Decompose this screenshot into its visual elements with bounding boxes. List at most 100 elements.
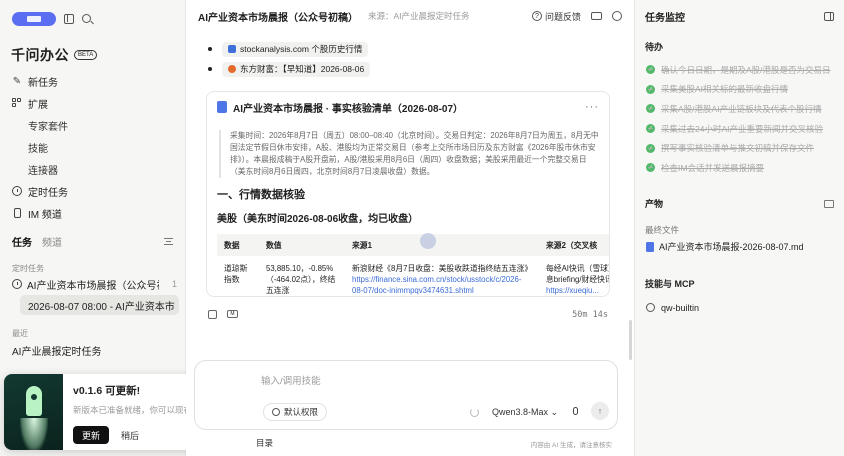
todo-label: 撰写事实核验清单与推文初稿并保存文件 — [661, 143, 815, 154]
task-monitor-panel: 任务监控 待办 ✓ 确认今日日期，是期及A股/港股是否为交易日 ✓ 采集美股AI相关标… — [634, 0, 844, 456]
table-cell: 53,885.10，-0.85%（-464.02点），终结五连涨 — [266, 264, 336, 295]
section-heading: 一、行情数据核验 — [217, 189, 305, 201]
nav-skills[interactable]: 技能 — [0, 136, 185, 158]
table-row: 道琼斯指数 53,885.10，-0.85%（-464.02点），终结五连涨 新… — [217, 256, 610, 296]
clock-icon — [12, 186, 22, 196]
nav-im-label: IM 频道 — [28, 209, 62, 221]
shield-icon — [272, 408, 280, 416]
scrollbar[interactable] — [629, 320, 632, 360]
clock-icon — [12, 279, 22, 289]
model-label: Qwen3.8-Max — [492, 407, 549, 417]
recent-task-item[interactable]: AI产业晨报定时任务 — [0, 339, 185, 361]
eastmoney-icon — [228, 65, 236, 73]
todo-label: 采集A股/港股AI产业链板块及代表个股行情 — [661, 103, 822, 114]
nav-scheduled-label: 定时任务 — [28, 187, 68, 199]
nav-extend[interactable]: 扩展 — [0, 92, 185, 114]
source-chip[interactable]: stockanalysis.com 个股历史行情 — [222, 41, 369, 57]
update-button[interactable]: 更新 — [73, 426, 110, 444]
source-chip[interactable]: 东方财富：【早知道】2026-08-06 — [222, 61, 371, 77]
final-files-label: 最终文件 — [645, 224, 680, 235]
document-preview-card[interactable]: AI产业资本市场晨报 · 事实核验清单（2026-08-07） ··· 采集时间… — [206, 91, 610, 297]
main-panel: AI产业资本市场晨报（公众号初稿） 来源：AI产业晨报定时任务 ? 问题反馈 s… — [186, 0, 634, 456]
composer[interactable]: 输入/调用技能 默认权限 Qwen3.8-Max ⌄ ↑ — [194, 360, 618, 430]
permission-button[interactable]: 默认权限 — [263, 403, 328, 421]
source-link[interactable]: https://finance.sina.com.cn/stock/usstoc… — [352, 274, 532, 296]
copy-icon[interactable] — [208, 310, 217, 319]
card-title: AI产业资本市场晨报 · 事实核验清单（2026-08-07） — [233, 103, 464, 115]
filter-icon[interactable] — [164, 237, 173, 245]
todo-item: ✓ 检查IM会话并发送晨报摘要 — [635, 158, 844, 178]
composer-input[interactable]: 输入/调用技能 — [261, 373, 321, 387]
source-title: 每经AI快讯（雪球）信息briefing/财经快讯 — [546, 264, 610, 284]
nav-im-channel[interactable]: IM 频道 — [0, 202, 185, 224]
document-icon — [646, 241, 654, 252]
todo-item: ✓ 撰写事实核验清单与推文初稿并保存文件 — [635, 138, 844, 158]
list-item: stockanalysis.com 个股历史行情 — [208, 39, 634, 59]
feedback-button[interactable]: ? 问题反馈 — [531, 10, 581, 23]
todo-list: ✓ 确认今日日期，是期及A股/港股是否为交易日 ✓ 采集美股AI相关标的最新收盘行情 ✓… — [635, 60, 844, 178]
send-button[interactable]: ↑ — [591, 402, 609, 420]
selected-run-item[interactable]: 2026-08-07 08:00 - AI产业资本市 — [20, 295, 179, 315]
mcp-item-label: qw-builtin — [661, 302, 700, 313]
scheduled-task-item[interactable]: AI产业资本市场晨报（公众号初稿 1 — [0, 274, 185, 294]
table-header: 数值 — [259, 234, 345, 256]
task-source: 来源：AI产业晨报定时任务 — [368, 11, 470, 21]
brand: 千问办公 BETA — [0, 28, 185, 70]
search-icon[interactable] — [82, 14, 91, 23]
sidebar-collapse-icon[interactable] — [64, 13, 74, 24]
nav-scheduled[interactable]: 定时任务 — [0, 180, 185, 202]
final-file-item[interactable]: AI产业资本市场晨报-2026-08-07.md — [635, 238, 844, 256]
tab-tasks[interactable]: 任务 — [12, 234, 32, 249]
check-icon: ✓ — [646, 104, 655, 114]
mcp-icon — [646, 303, 655, 313]
artifacts-label: 产物 — [645, 199, 664, 210]
todo-label: 采集过去24小时AI产业重要新闻并交叉核验 — [661, 123, 823, 134]
table-cell: 每经AI快讯（雪球）信息briefing/财经快讯 https://xueqiu… — [539, 256, 610, 296]
toc-button[interactable]: 目录 — [256, 437, 273, 449]
collection-note: 采集时间：2026年8月7日（周五）08:00–08:40（北京时间）。交易日判… — [219, 130, 599, 178]
source-link[interactable]: https://xueqiu... https://www.t... — [546, 285, 609, 296]
todo-item: ✓ 采集A股/港股AI产业链板块及代表个股行情 — [635, 99, 844, 119]
table-header: 来源2（交叉核 — [539, 234, 609, 256]
message-actions: M — [208, 310, 238, 319]
rocket-icon — [26, 386, 42, 416]
elapsed-time: 50m 14s — [572, 310, 608, 320]
cursor-indicator — [420, 233, 436, 249]
permission-label: 默认权限 — [284, 407, 319, 417]
todo-label: 检查IM会话并发送晨报摘要 — [661, 162, 764, 173]
workspace-toggle-icon[interactable] — [12, 11, 56, 26]
later-button[interactable]: 稍后 — [117, 429, 143, 442]
source-list: stockanalysis.com 个股历史行情 东方财富：【早知道】2026-… — [186, 32, 634, 79]
nav-connector[interactable]: 连接器 — [0, 158, 185, 180]
microphone-icon[interactable] — [573, 407, 578, 415]
edit-icon: ✎ — [12, 75, 22, 87]
folder-icon[interactable] — [824, 199, 834, 208]
page-title: AI产业资本市场晨报（公众号初稿） — [198, 12, 358, 24]
timer-icon[interactable] — [612, 11, 622, 21]
table-cell: 道琼斯指数 — [224, 264, 248, 284]
check-icon: ✓ — [646, 143, 655, 153]
todo-label: 确认今日日期，是期及A股/港股是否为交易日 — [661, 64, 831, 75]
todo-label: 采集美股AI相关标的最新收盘行情 — [661, 84, 789, 95]
scheduled-task-count: 1 — [171, 279, 177, 289]
nav-new-task[interactable]: ✎ 新任务 — [0, 70, 185, 92]
mcp-item[interactable]: qw-builtin — [635, 298, 844, 318]
todo-label: 待办 — [645, 41, 664, 52]
more-icon[interactable]: ··· — [585, 101, 599, 113]
nav-expert-pack[interactable]: 专家套件 — [0, 114, 185, 136]
scheduled-task-label: AI产业资本市场晨报（公众号初稿 — [27, 280, 159, 292]
table-header: 数据 — [217, 234, 259, 256]
todo-item: ✓ 采集美股AI相关标的最新收盘行情 — [635, 80, 844, 100]
feedback-label: 问题反馈 — [544, 11, 581, 22]
fact-check-table: 数据 数值 来源1 来源2（交叉核 道琼斯指数 53,885.10，-0.85%… — [217, 234, 610, 296]
tab-channels[interactable]: 频道 — [42, 234, 62, 249]
beta-badge: BETA — [74, 49, 98, 60]
recent-section-label: 最近 — [12, 329, 28, 338]
keyboard-icon[interactable] — [591, 12, 602, 20]
model-selector[interactable]: Qwen3.8-Max ⌄ — [492, 407, 558, 418]
markdown-icon[interactable]: M — [227, 310, 238, 318]
main-header: AI产业资本市场晨报（公众号初稿） 来源：AI产业晨报定时任务 ? 问题反馈 — [186, 0, 634, 32]
ai-disclaimer: 内容由 AI 生成，请注意核实 — [530, 442, 612, 449]
panel-toggle-icon[interactable] — [824, 11, 834, 21]
sidebar-tabs: 任务 频道 — [0, 230, 185, 252]
